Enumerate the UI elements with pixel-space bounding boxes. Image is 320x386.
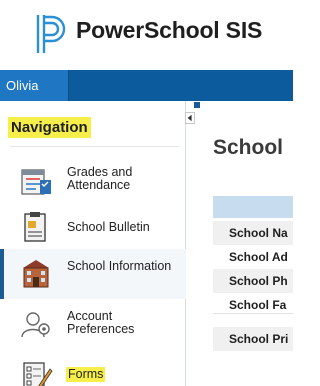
main-content: School School Na School Ad School Ph Sch… <box>200 101 293 386</box>
navigation-heading: Navigation <box>8 117 91 138</box>
page-title: School <box>213 136 284 159</box>
table-row: School Ph <box>213 269 293 293</box>
sidebar-item-grades-attendance[interactable]: Grades and Attendance <box>0 156 186 206</box>
student-tab[interactable]: Olivia <box>0 70 69 101</box>
sidebar-item-label: Account Preferences <box>67 309 135 336</box>
sidebar-item-label: School Bulletin <box>67 220 150 234</box>
sidebar-item-account-preferences[interactable]: Account Preferences <box>0 299 186 349</box>
forms-icon <box>23 362 53 386</box>
top-nav-bar: Olivia <box>0 70 293 101</box>
powerschool-logo-icon <box>36 15 66 53</box>
table-row: School Ad <box>229 250 288 264</box>
sidebar-item-label: Forms <box>66 367 106 382</box>
grades-attendance-icon <box>21 169 51 195</box>
sidebar-item-school-information[interactable]: School Information <box>0 249 186 299</box>
sidebar-item-label: School Information <box>67 259 172 273</box>
divider <box>213 313 293 314</box>
table-row: School Pri <box>213 327 293 351</box>
sidebar-item-forms[interactable]: Forms <box>0 351 186 386</box>
brand-title: PowerSchool SIS <box>76 17 263 43</box>
collapse-sidebar-icon[interactable] <box>185 112 195 124</box>
app-header: PowerSchool SIS <box>0 0 293 70</box>
table-header <box>213 196 293 218</box>
sidebar-item-school-bulletin[interactable]: School Bulletin <box>0 203 186 253</box>
school-building-icon <box>23 260 49 288</box>
bulletin-icon <box>24 212 46 242</box>
navigation-sidebar: Navigation Grades and Attendance School … <box>0 101 186 386</box>
table-row: School Na <box>213 221 293 245</box>
account-preferences-icon <box>21 312 50 338</box>
sidebar-item-label: Grades and Attendance <box>67 165 133 192</box>
divider <box>10 146 179 147</box>
